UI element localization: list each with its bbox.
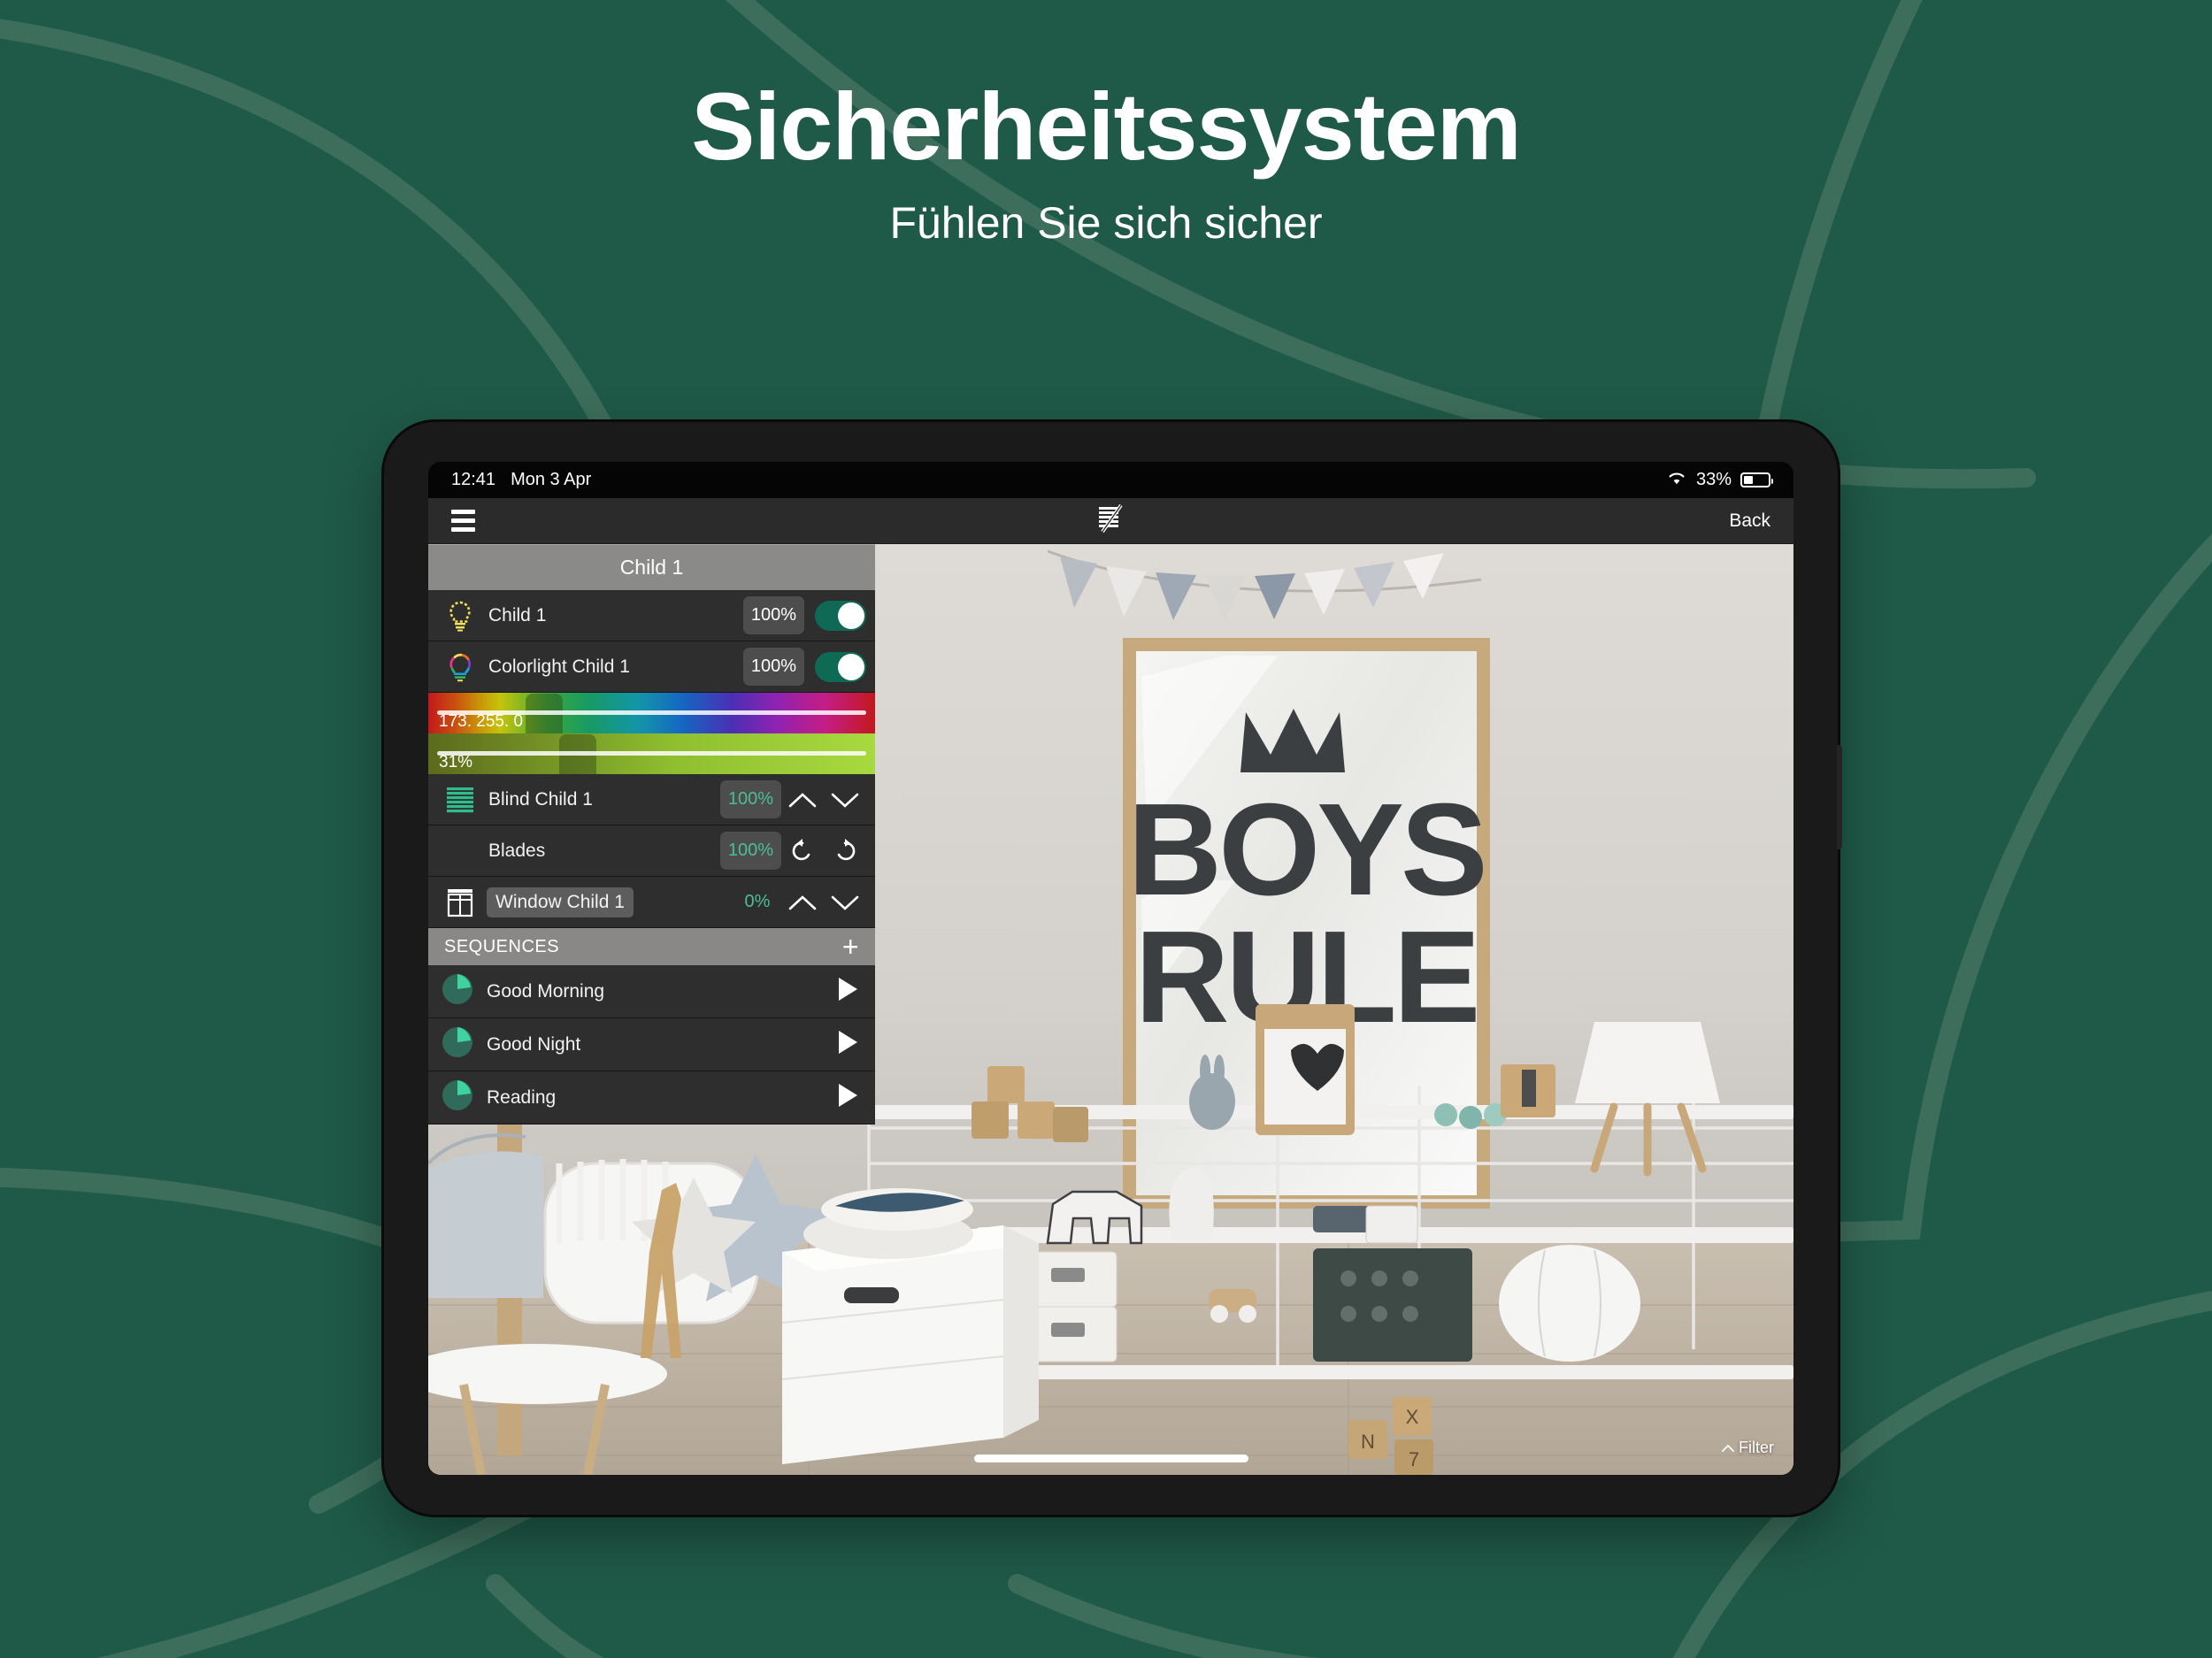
page-subtitle: Fühlen Sie sich sicher — [889, 198, 1323, 249]
svg-text:BOYS: BOYS — [1127, 777, 1484, 923]
device-control-panel: Child 1 Child 1 100% Colorlight Child 1 … — [428, 544, 875, 1125]
status-time: 12:41 — [451, 470, 496, 489]
device-row-label: Colorlight Child 1 — [488, 656, 630, 677]
device-row-blind[interactable]: Blind Child 1 100% — [428, 774, 875, 825]
sequence-label: Good Morning — [487, 980, 605, 1002]
ios-status-bar: 12:41 Mon 3 Apr 33% — [428, 462, 1793, 498]
rotate-left-icon[interactable] — [781, 837, 824, 865]
tablet-device-frame: 12:41 Mon 3 Apr 33% Back BOYS RULE N X 7… — [384, 422, 1842, 1515]
hue-value-label: 173. 255. 0 — [439, 712, 524, 731]
pie-progress-icon — [441, 972, 474, 1010]
pie-progress-icon — [441, 1025, 474, 1063]
filter-label: Filter — [1739, 1439, 1774, 1456]
svg-text:7: 7 — [1409, 1448, 1419, 1470]
hue-slider[interactable]: 173. 255. 0 — [428, 693, 875, 748]
device-row-window[interactable]: Window Child 1 0% — [428, 877, 875, 928]
page-title: Sicherheitssystem — [691, 73, 1522, 180]
brightness-value[interactable]: 100% — [742, 596, 804, 634]
device-row-label: Blades — [488, 840, 546, 861]
brightness-value-label: 31% — [439, 753, 473, 771]
color-light-bulb-icon — [441, 651, 480, 683]
chevron-up-icon[interactable] — [781, 790, 824, 810]
app-main-area: BOYS RULE N X 7 Child 1 Child 1 100% Col… — [428, 544, 1793, 1475]
app-nav-bar: Back — [428, 498, 1793, 544]
plus-icon[interactable]: + — [842, 933, 859, 961]
blind-position-value[interactable]: 100% — [719, 780, 781, 818]
filter-button[interactable]: Filter — [1722, 1439, 1774, 1457]
list-item[interactable]: Good Night — [428, 1018, 875, 1071]
svg-text:X: X — [1406, 1406, 1419, 1428]
list-item[interactable]: Reading — [428, 1071, 875, 1125]
chevron-down-icon[interactable] — [824, 790, 866, 810]
sequence-label: Good Night — [487, 1033, 581, 1055]
chevron-up-icon[interactable] — [781, 893, 824, 912]
promo-block: Sicherheitssystem Fühlen Sie sich sicher — [0, 0, 2212, 249]
battery-percent-label: 33% — [1695, 470, 1732, 489]
device-row-light[interactable]: Child 1 100% — [428, 590, 875, 641]
brightness-value[interactable]: 100% — [742, 648, 804, 686]
status-date: Mon 3 Apr — [511, 470, 592, 489]
blind-icon — [441, 786, 480, 814]
pie-progress-icon — [441, 1078, 474, 1117]
chevron-down-icon[interactable] — [824, 893, 866, 912]
power-toggle[interactable] — [815, 651, 866, 682]
blind-slash-logo-icon — [1094, 502, 1128, 540]
tablet-screen: 12:41 Mon 3 Apr 33% Back BOYS RULE N X 7… — [428, 462, 1793, 1475]
window-position-value: 0% — [744, 892, 771, 911]
light-bulb-icon — [441, 600, 480, 632]
blades-position-value[interactable]: 100% — [719, 832, 781, 870]
window-icon — [441, 887, 480, 917]
play-icon[interactable] — [836, 1029, 859, 1060]
back-button[interactable]: Back — [1729, 510, 1770, 532]
device-row-label: Child 1 — [488, 604, 547, 626]
sequence-label: Reading — [487, 1086, 557, 1108]
list-item[interactable]: Good Morning — [428, 965, 875, 1018]
device-row-label: Blind Child 1 — [488, 788, 593, 810]
play-icon[interactable] — [836, 1082, 859, 1113]
brightness-slider[interactable]: 31% — [428, 733, 875, 789]
wifi-icon — [1666, 470, 1687, 491]
rotate-right-icon[interactable] — [824, 837, 866, 865]
home-indicator[interactable] — [973, 1455, 1248, 1462]
brightness-slider-track — [437, 751, 866, 756]
device-row-label: Window Child 1 — [487, 887, 634, 917]
sequences-section-header: SEQUENCES + — [428, 928, 875, 965]
hamburger-menu-icon[interactable] — [451, 510, 475, 532]
play-icon[interactable] — [836, 976, 859, 1007]
chevron-up-icon — [1722, 1439, 1734, 1457]
device-row-blades[interactable]: Blades 100% — [428, 825, 875, 877]
panel-title: Child 1 — [428, 544, 875, 590]
power-toggle[interactable] — [815, 600, 866, 631]
battery-icon — [1740, 472, 1773, 487]
svg-text:N: N — [1361, 1431, 1375, 1453]
sequences-title: SEQUENCES — [444, 936, 560, 956]
device-row-colorlight[interactable]: Colorlight Child 1 100% — [428, 641, 875, 693]
